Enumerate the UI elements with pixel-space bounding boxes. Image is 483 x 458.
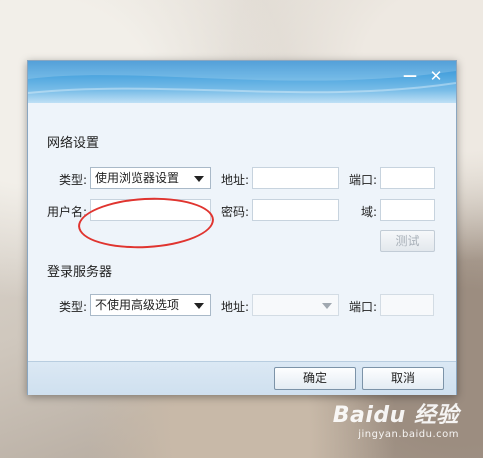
proxy-port-label: 端口:: [349, 173, 378, 187]
chevron-down-icon: [194, 176, 204, 182]
dialog-titlebar[interactable]: — ✕: [28, 61, 456, 103]
domain-label: 域:: [361, 205, 378, 219]
login-type-label: 类型:: [59, 300, 88, 314]
proxy-address-input[interactable]: [252, 167, 339, 189]
minimize-button[interactable]: —: [402, 68, 418, 84]
domain-input[interactable]: [380, 199, 435, 221]
proxy-type-value: 使用浏览器设置: [95, 171, 180, 185]
login-server-title: 登录服务器: [47, 265, 113, 280]
chevron-down-icon: [194, 303, 204, 309]
titlebar-swoosh-decoration: [28, 61, 456, 94]
ok-button[interactable]: 确定: [274, 367, 356, 390]
chevron-down-icon: [322, 303, 332, 309]
dialog-footer: 确定 取消: [28, 361, 456, 395]
login-address-select[interactable]: [252, 294, 339, 316]
network-settings-title: 网络设置: [47, 136, 100, 151]
watermark-logo: Baidu 经验: [332, 403, 459, 428]
proxy-type-select[interactable]: 使用浏览器设置: [90, 167, 211, 189]
password-label: 密码:: [221, 205, 250, 219]
login-port-label: 端口:: [349, 300, 378, 314]
test-button[interactable]: 测试: [380, 230, 435, 252]
proxy-type-label: 类型:: [59, 173, 88, 187]
close-button[interactable]: ✕: [428, 68, 444, 84]
network-settings-dialog: — ✕ 网络设置 类型: 使用浏览器设置 地址: 端口: 用户名: 密码: 域:…: [27, 60, 457, 395]
proxy-port-input[interactable]: [380, 167, 435, 189]
login-address-label: 地址:: [221, 300, 250, 314]
watermark: Baidu 经验 jingyan.baidu.com: [333, 397, 459, 440]
login-type-select[interactable]: 不使用高级选项: [90, 294, 211, 316]
login-type-value: 不使用高级选项: [95, 298, 180, 312]
watermark-url: jingyan.baidu.com: [358, 429, 459, 440]
dialog-body: 网络设置 类型: 使用浏览器设置 地址: 端口: 用户名: 密码: 域: 测试 …: [28, 103, 456, 361]
cancel-button[interactable]: 取消: [362, 367, 444, 390]
proxy-address-label: 地址:: [221, 173, 250, 187]
username-input[interactable]: [90, 199, 211, 221]
password-input[interactable]: [252, 199, 339, 221]
login-port-input[interactable]: [380, 294, 434, 316]
username-label: 用户名:: [47, 205, 88, 219]
